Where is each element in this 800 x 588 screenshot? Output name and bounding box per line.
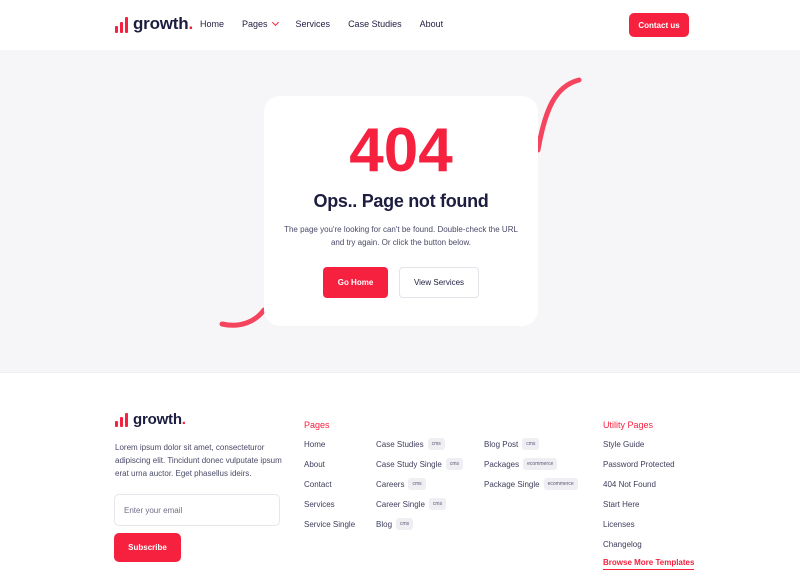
footer-link-start-here[interactable]: Start Here bbox=[603, 500, 639, 509]
contact-button[interactable]: Contact us bbox=[629, 13, 689, 37]
footer-link-packages[interactable]: Packages ecommerce bbox=[484, 458, 558, 470]
error-title: Ops.. Page not found bbox=[313, 191, 489, 211]
cms-badge: cms bbox=[408, 478, 426, 490]
footer-link-about[interactable]: About bbox=[304, 460, 325, 469]
nav-pages-label: Pages bbox=[242, 19, 268, 29]
nav-services-label: Services bbox=[295, 19, 331, 29]
cms-badge: cms bbox=[522, 438, 540, 450]
link-label: Case Study Single bbox=[376, 459, 442, 469]
footer-link-case-study-single[interactable]: Case Study Single cms bbox=[376, 458, 463, 470]
error-card: 404 Ops.. Page not found The page you're… bbox=[264, 96, 538, 326]
cms-badge: cms bbox=[396, 518, 414, 530]
link-label: Case Studies bbox=[376, 439, 424, 449]
go-home-button[interactable]: Go Home bbox=[323, 267, 388, 298]
link-label: Package Single bbox=[484, 479, 540, 489]
link-label: Careers bbox=[376, 479, 405, 489]
cms-badge: cms bbox=[427, 438, 445, 450]
error-code: 404 bbox=[349, 116, 453, 185]
nav-case-studies[interactable]: Case Studies bbox=[348, 19, 402, 29]
site-header: growth. Home Pages Services Case Studies… bbox=[0, 0, 800, 50]
nav-pages[interactable]: Pages bbox=[242, 18, 279, 29]
nav-case-studies-label: Case Studies bbox=[348, 19, 402, 29]
nav-about[interactable]: About bbox=[420, 19, 444, 29]
subscribe-button[interactable]: Subscribe bbox=[114, 533, 181, 562]
footer-link-password-protected[interactable]: Password Protected bbox=[603, 460, 675, 469]
footer-logo[interactable]: growth. bbox=[115, 412, 186, 427]
footer-link-home[interactable]: Home bbox=[304, 440, 325, 449]
ecommerce-badge: ecommerce bbox=[543, 478, 578, 490]
footer-link-blog[interactable]: Blog cms bbox=[376, 518, 414, 530]
utility-heading: Utility Pages bbox=[603, 420, 654, 430]
link-label: Packages bbox=[484, 459, 520, 469]
error-description: The page you're looking for can't be fou… bbox=[284, 225, 518, 247]
footer-link-package-single[interactable]: Package Single ecommerce bbox=[484, 478, 578, 490]
footer-link-404[interactable]: 404 Not Found bbox=[603, 480, 656, 489]
footer-link-service-single[interactable]: Service Single bbox=[304, 520, 355, 529]
cms-badge: cms bbox=[428, 498, 447, 510]
footer-brand-name: growth bbox=[133, 411, 182, 428]
footer-link-career-single[interactable]: Career Single cms bbox=[376, 498, 447, 510]
footer-link-careers[interactable]: Careers cms bbox=[376, 478, 426, 490]
brand-dot: . bbox=[188, 14, 193, 33]
link-label: Career Single bbox=[376, 499, 425, 509]
footer-link-licenses[interactable]: Licenses bbox=[603, 520, 635, 529]
link-label: Blog bbox=[376, 519, 393, 529]
view-services-button[interactable]: View Services bbox=[399, 267, 479, 298]
footer-link-services[interactable]: Services bbox=[304, 500, 335, 509]
brand-name: growth bbox=[133, 14, 189, 33]
nav-home-label: Home bbox=[200, 19, 225, 29]
bar-chart-icon bbox=[115, 17, 128, 33]
footer-about-text: Lorem ipsum dolor sit amet, consecteturo… bbox=[115, 443, 282, 478]
footer-link-case-studies[interactable]: Case Studies cms bbox=[376, 438, 445, 450]
cms-badge: cms bbox=[445, 458, 463, 470]
nav-services[interactable]: Services bbox=[296, 19, 331, 29]
ecommerce-badge: ecommerce bbox=[523, 458, 558, 470]
email-input[interactable]: Enter your email bbox=[114, 494, 280, 526]
browse-templates-link[interactable]: Browse More Templates bbox=[603, 558, 695, 570]
brand-logo[interactable]: growth. bbox=[115, 15, 193, 33]
footer-link-style-guide[interactable]: Style Guide bbox=[603, 440, 644, 449]
main-nav: Home Pages Services Case Studies About bbox=[200, 18, 461, 29]
nav-home[interactable]: Home bbox=[200, 19, 224, 29]
link-label: Blog Post bbox=[484, 439, 519, 449]
footer-link-changelog[interactable]: Changelog bbox=[603, 540, 642, 549]
nav-about-label: About bbox=[419, 19, 444, 29]
footer-brand-dot: . bbox=[181, 411, 186, 428]
footer-link-blog-post[interactable]: Blog Post cms bbox=[484, 438, 540, 450]
footer-link-contact[interactable]: Contact bbox=[304, 480, 332, 489]
error-hero: 404 Ops.. Page not found The page you're… bbox=[0, 50, 800, 372]
bar-chart-icon bbox=[115, 413, 128, 427]
chevron-down-icon bbox=[271, 18, 279, 27]
site-footer: growth. Lorem ipsum dolor sit amet, cons… bbox=[0, 372, 800, 588]
pages-heading: Pages bbox=[304, 420, 330, 430]
